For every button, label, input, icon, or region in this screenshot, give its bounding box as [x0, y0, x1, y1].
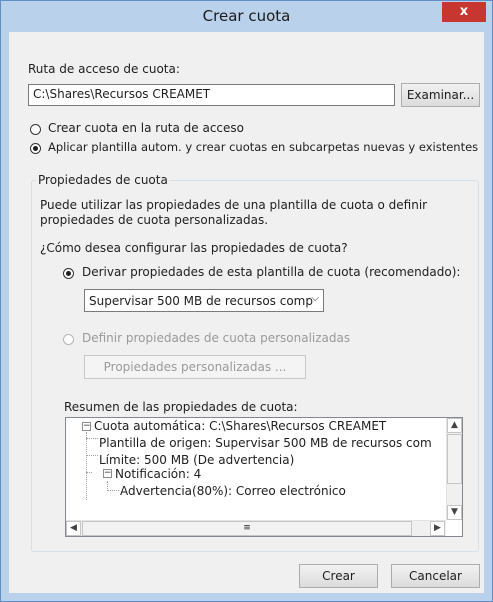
properties-description-line2: propiedades de cuota personalizadas. [40, 213, 269, 227]
scroll-down-icon[interactable]: ▼ [447, 505, 462, 520]
horizontal-scrollbar[interactable]: ◀ ≡ ▶ [66, 520, 446, 536]
tree-connector [86, 472, 92, 473]
cancel-button[interactable]: Cancelar [391, 564, 480, 588]
tree-item-warning[interactable]: Advertencia(80%): Correo electrónico [120, 484, 346, 498]
browse-button[interactable]: Examinar... [401, 83, 480, 107]
title-bar[interactable]: Crear cuota x [1, 1, 492, 33]
horizontal-scroll-thumb[interactable]: ≡ [82, 521, 412, 536]
dialog-body: Ruta de acceso de cuota: C:\Shares\Recur… [9, 32, 484, 593]
apply-template-radio-label[interactable]: Aplicar plantilla autom. y crear cuotas … [48, 140, 478, 154]
vertical-scrollbar[interactable]: ▲ ▼ [446, 418, 462, 520]
summary-tree[interactable]: − Cuota automática: C:\Shares\Recursos C… [65, 417, 463, 537]
tree-item-root[interactable]: Cuota automática: C:\Shares\Recursos CRE… [94, 419, 386, 433]
template-select[interactable]: Supervisar 500 MB de recursos comp ⌵ [84, 289, 324, 312]
close-button[interactable]: x [442, 2, 486, 22]
apply-template-radio[interactable] [30, 143, 41, 154]
path-input[interactable]: C:\Shares\Recursos CREAMET [28, 84, 395, 106]
scroll-left-icon[interactable]: ◀ [66, 521, 81, 536]
quota-properties-legend: Propiedades de cuota [36, 173, 170, 187]
summary-label: Resumen de las propiedades de cuota: [64, 400, 298, 414]
tree-connector [86, 438, 98, 439]
dialog-title: Crear cuota [202, 7, 291, 25]
template-select-value: Supervisar 500 MB de recursos comp [89, 294, 313, 308]
properties-description-line1: Puede utilizar las propiedades de una pl… [40, 198, 428, 212]
tree-connector [107, 490, 119, 491]
create-quota-radio-label[interactable]: Crear cuota en la ruta de acceso [48, 121, 244, 135]
collapse-icon[interactable]: − [103, 469, 112, 478]
tree-item-source-template[interactable]: Plantilla de origen: Supervisar 500 MB d… [99, 436, 432, 450]
define-custom-radio[interactable] [63, 334, 74, 345]
path-label: Ruta de acceso de cuota: [28, 62, 180, 76]
derive-template-radio[interactable] [63, 268, 74, 279]
tree-item-limit[interactable]: Límite: 500 MB (De advertencia) [99, 453, 294, 467]
tree-item-notification[interactable]: Notificación: 4 [115, 467, 201, 481]
scroll-up-icon[interactable]: ▲ [447, 418, 462, 433]
derive-template-radio-label[interactable]: Derivar propiedades de esta plantilla de… [82, 265, 460, 279]
collapse-icon[interactable]: − [82, 422, 91, 431]
custom-properties-button[interactable]: Propiedades personalizadas ... [84, 355, 306, 379]
create-quota-dialog: Crear cuota x Ruta de acceso de cuota: C… [0, 0, 493, 602]
create-button[interactable]: Crear [299, 564, 378, 588]
define-custom-radio-label[interactable]: Definir propiedades de cuota personaliza… [82, 331, 350, 345]
configure-question: ¿Cómo desea configurar las propiedades d… [40, 241, 348, 255]
scroll-right-icon[interactable]: ▶ [430, 521, 445, 536]
tree-connector [86, 455, 98, 456]
vertical-scroll-thumb[interactable] [447, 434, 462, 484]
tree-connector [86, 432, 87, 488]
create-quota-radio[interactable] [30, 124, 41, 135]
chevron-down-icon: ⌵ [311, 293, 319, 304]
